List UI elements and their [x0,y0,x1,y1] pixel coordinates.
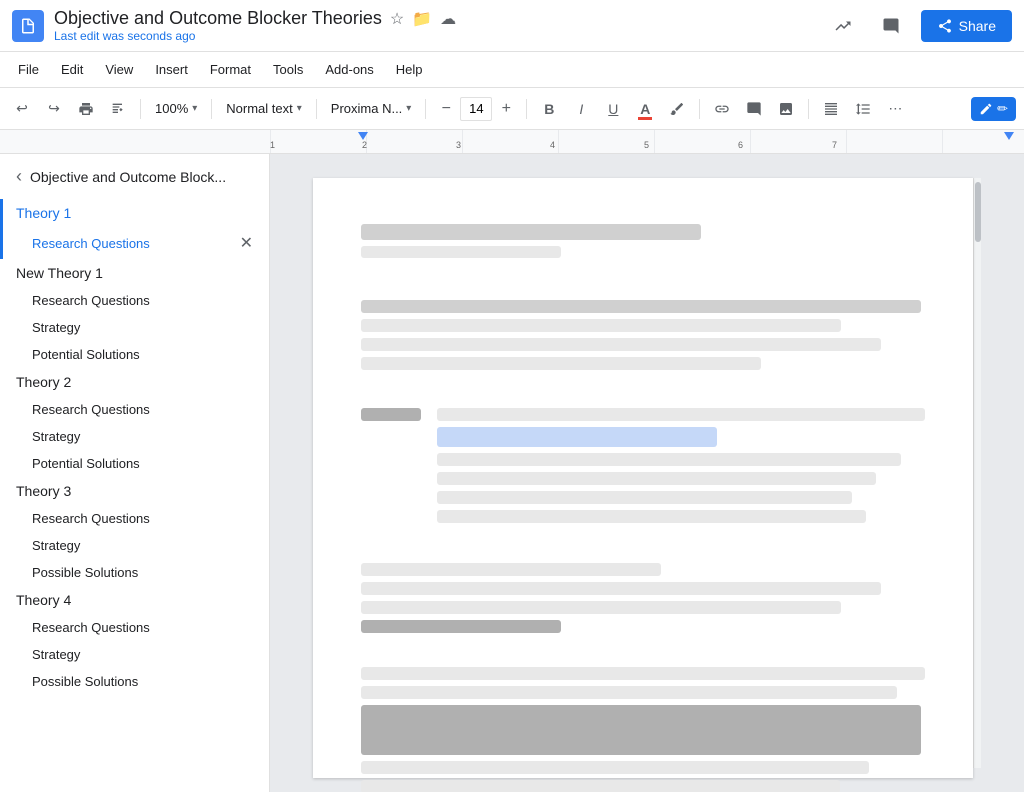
sidebar-item-rq-2[interactable]: Research Questions [0,396,269,423]
sep-1 [140,99,141,119]
align-btn[interactable] [817,95,845,123]
scrollbar[interactable] [973,178,981,768]
sep-4 [425,99,426,119]
doc-area[interactable] [270,154,1024,792]
sidebar-item-theory-1[interactable]: Theory 1 [0,199,269,227]
menu-help[interactable]: Help [386,58,433,81]
zoom-select[interactable]: 100% ▾ [149,95,203,123]
redo-btn[interactable]: ↪ [40,95,68,123]
line-spacing-btn[interactable] [849,95,877,123]
style-arrow: ▾ [297,103,302,114]
trending-icon-btn[interactable] [825,8,861,44]
menu-insert[interactable]: Insert [145,58,198,81]
highlight-btn[interactable] [663,95,691,123]
style-value: Normal text [226,101,292,116]
content-section-4 [361,563,925,633]
sidebar-item-strategy-nt1[interactable]: Strategy [0,314,269,341]
sidebar-item-possible-3[interactable]: Possible Solutions [0,559,269,586]
sidebar-item-potential-nt1[interactable]: Potential Solutions [0,341,269,368]
sidebar-doc-title: Objective and Outcome Block... [30,169,226,185]
menu-view[interactable]: View [95,58,143,81]
comment-icon-btn[interactable] [873,8,909,44]
link-btn[interactable] [708,95,736,123]
sidebar-item-new-theory-1[interactable]: New Theory 1 [0,259,269,287]
scrollbar-thumb[interactable] [975,182,981,242]
share-button[interactable]: Share [921,10,1012,42]
menu-file[interactable]: File [8,58,49,81]
sidebar-item-rq-nt1[interactable]: Research Questions [0,287,269,314]
font-value: Proxima N... [331,101,403,116]
share-label: Share [959,18,996,34]
italic-btn[interactable]: I [567,95,595,123]
last-edit-link[interactable]: Last edit was seconds ago [54,29,815,43]
content-section-3 [361,402,925,529]
sidebar-nav: Theory 1 Research Questions ✕ New Theory… [0,199,269,711]
sidebar-header: ‹ Objective and Outcome Block... [0,154,269,199]
print-btn[interactable] [72,95,100,123]
doc-page [313,178,973,778]
sidebar-item-possible-4[interactable]: Possible Solutions [0,668,269,695]
edit-mode-label: ✏ [997,101,1008,117]
style-select[interactable]: Normal text ▾ [220,95,308,123]
close-icon[interactable]: ✕ [240,233,253,253]
sidebar-item-rq-3[interactable]: Research Questions [0,505,269,532]
app-icon [12,10,44,42]
sidebar-item-rq-4[interactable]: Research Questions [0,614,269,641]
font-size-increase[interactable]: + [494,97,518,121]
menu-tools[interactable]: Tools [263,58,313,81]
ruler-content: 1 2 3 4 5 6 7 [270,130,1024,153]
sep-5 [526,99,527,119]
sep-2 [211,99,212,119]
sidebar-item-theory-4[interactable]: Theory 4 [0,586,269,614]
zoom-arrow: ▾ [192,103,197,114]
sidebar-item-research-questions-1[interactable]: Research Questions ✕ [0,227,269,259]
zoom-value: 100% [155,101,188,116]
sidebar-item-theory-2[interactable]: Theory 2 [0,368,269,396]
top-bar: Objective and Outcome Blocker Theories ☆… [0,0,1024,52]
header-right: Share [825,8,1012,44]
cloud-icon[interactable]: ☁ [440,9,456,29]
sep-3 [316,99,317,119]
menu-format[interactable]: Format [200,58,261,81]
font-size-control: − + [434,97,518,121]
paint-format-btn[interactable] [104,95,132,123]
undo-btn[interactable]: ↩ [8,95,36,123]
sep-6 [699,99,700,119]
title-area: Objective and Outcome Blocker Theories ☆… [54,8,815,43]
sidebar-item-strategy-4[interactable]: Strategy [0,641,269,668]
star-icon[interactable]: ☆ [390,9,404,29]
sidebar-item-potential-2[interactable]: Potential Solutions [0,450,269,477]
font-color-btn[interactable]: A [631,95,659,123]
font-size-input[interactable] [460,97,492,121]
menu-addons[interactable]: Add-ons [315,58,383,81]
sidebar: ‹ Objective and Outcome Block... Theory … [0,154,270,792]
content-section-5 [361,667,925,792]
sidebar-item-strategy-2[interactable]: Strategy [0,423,269,450]
sidebar-item-theory-3[interactable]: Theory 3 [0,477,269,505]
image-btn[interactable] [772,95,800,123]
back-btn[interactable]: ‹ [16,166,22,187]
more-btn[interactable]: ⋯ [881,95,909,123]
ruler: 1 2 3 4 5 6 7 [0,130,1024,154]
font-arrow: ▾ [406,103,411,114]
font-select[interactable]: Proxima N... ▾ [325,95,418,123]
toolbar: ↩ ↪ 100% ▾ Normal text ▾ Proxima N... ▾ … [0,88,1024,130]
content-section-1 [361,224,925,258]
sep-7 [808,99,809,119]
bold-btn[interactable]: B [535,95,563,123]
content-section-2 [361,300,925,370]
main-area: ‹ Objective and Outcome Block... Theory … [0,154,1024,792]
folder-icon[interactable]: 📁 [412,9,432,29]
doc-title[interactable]: Objective and Outcome Blocker Theories [54,8,382,29]
menu-bar: File Edit View Insert Format Tools Add-o… [0,52,1024,88]
sidebar-item-strategy-3[interactable]: Strategy [0,532,269,559]
font-size-decrease[interactable]: − [434,97,458,121]
comment-btn[interactable] [740,95,768,123]
edit-mode-btn[interactable]: ✏ [971,97,1016,121]
menu-edit[interactable]: Edit [51,58,93,81]
underline-btn[interactable]: U [599,95,627,123]
